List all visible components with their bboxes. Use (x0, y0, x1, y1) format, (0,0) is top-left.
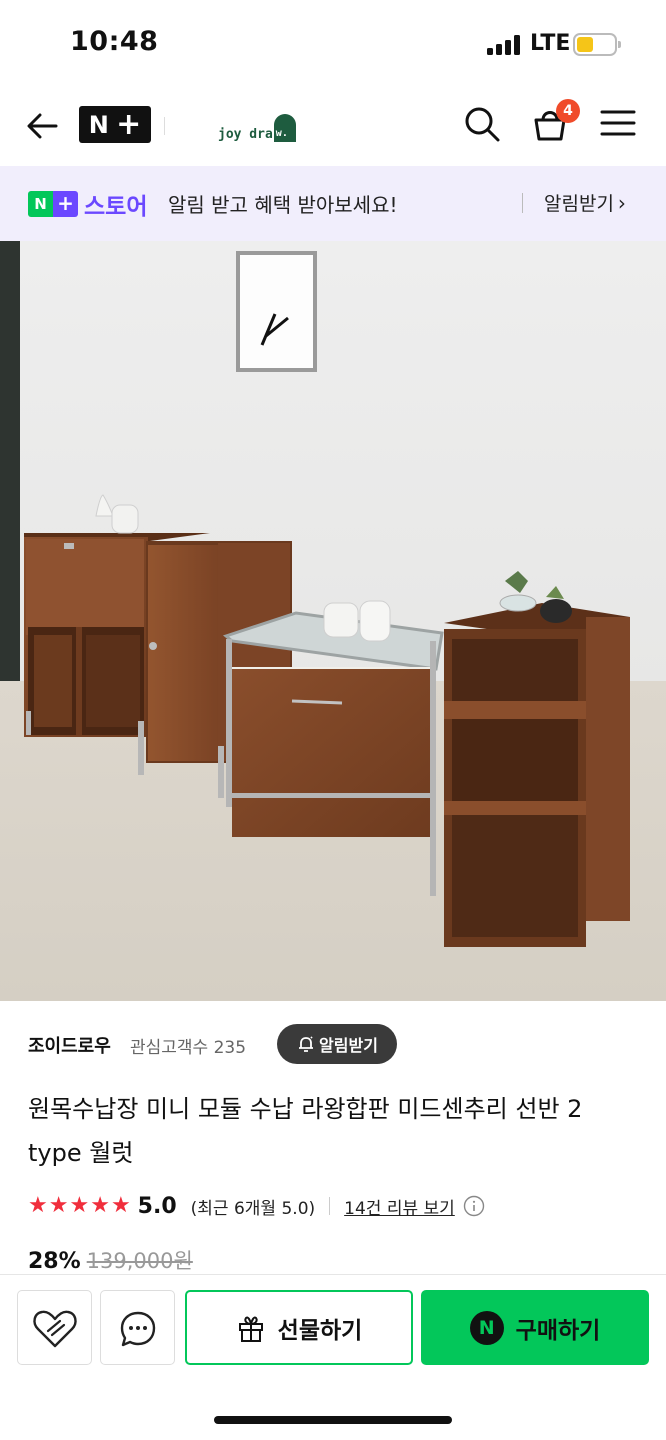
star-icon: ★ (69, 1193, 90, 1218)
seller-name[interactable]: 조이드로우 (28, 1032, 111, 1058)
gift-icon (238, 1316, 263, 1342)
furniture-photo (0, 241, 666, 1001)
brand-logo[interactable]: joy dra w. (218, 112, 296, 142)
star-icon: ★ (110, 1193, 131, 1218)
chat-icon (120, 1311, 156, 1347)
original-price: 139,000원 (86, 1249, 193, 1273)
chat-button[interactable] (100, 1290, 175, 1365)
rating-stars: ★ ★ ★ ★ ★ (28, 1195, 131, 1217)
seller-notify-button[interactable]: 알림받기 (277, 1024, 397, 1064)
header-divider (164, 117, 165, 135)
plus-mark: + (116, 106, 142, 142)
bell-icon (299, 1036, 314, 1052)
rating-value: 5.0 (137, 1193, 177, 1219)
rating-row: ★ ★ ★ ★ ★ 5.0 (최근 6개월 5.0) 14건 리뷰 보기 (28, 1190, 648, 1222)
store-notify-banner[interactable]: N + 스토어 알림 받고 혜택 받아보세요! 알림받기 › (0, 166, 666, 241)
rating-divider (329, 1197, 331, 1215)
heart-icon (33, 1310, 77, 1348)
store-name: 스토어 (84, 194, 148, 220)
banner-divider (522, 193, 523, 213)
review-link[interactable]: 14건 리뷰 보기 (344, 1194, 455, 1219)
brand-logo-text: joy dra (218, 127, 273, 142)
product-image[interactable] (0, 241, 666, 1001)
star-icon: ★ (48, 1193, 69, 1218)
network-label: LTE (530, 31, 571, 56)
discount-rate: 28% (28, 1249, 81, 1274)
n-mark: N (88, 110, 109, 139)
signal-icon (487, 35, 521, 55)
app-header: N + joy dra w. 4 (0, 86, 666, 166)
gift-button[interactable]: 선물하기 (185, 1290, 413, 1365)
gift-label: 선물하기 (277, 1317, 363, 1344)
store-logo: N + (28, 191, 78, 217)
seller-row: 조이드로우 관심고객수 235 알림받기 (28, 1024, 648, 1064)
follower-count: 관심고객수 235 (130, 1038, 247, 1058)
battery-icon (573, 33, 621, 56)
product-title: 원목수납장 미니 모듈 수납 라왕합판 미드센추리 선반 2 type 월럿 (28, 1095, 583, 1167)
naver-pay-icon: N (469, 1310, 504, 1345)
wishlist-button[interactable] (17, 1290, 92, 1365)
info-icon[interactable] (463, 1195, 485, 1217)
notify-link-label: 알림받기 (544, 193, 614, 215)
buy-label: 구매하기 (515, 1317, 601, 1344)
chevron-right-icon: › (617, 190, 626, 215)
store-message: 알림 받고 혜택 받아보세요! (168, 193, 398, 217)
star-icon: ★ (90, 1193, 110, 1218)
status-time: 10:48 (70, 26, 159, 57)
price-row: 28% 139,000원 (28, 1245, 193, 1275)
cart-count-badge: 4 (556, 99, 580, 123)
home-indicator[interactable] (214, 1416, 452, 1424)
menu-icon[interactable] (600, 108, 636, 138)
status-bar: 10:48 LTE (0, 0, 666, 86)
notify-link[interactable]: 알림받기 › (544, 189, 626, 216)
recent-rating: (최근 6개월 5.0) (190, 1198, 316, 1219)
brand-logo-arch: w. (273, 114, 296, 142)
search-icon[interactable] (462, 104, 502, 144)
seller-notify-label: 알림받기 (319, 1036, 378, 1055)
buy-button[interactable]: N 구매하기 (421, 1290, 649, 1365)
star-icon: ★ (28, 1193, 48, 1218)
back-icon[interactable] (22, 106, 62, 146)
naver-plus-logo[interactable]: N + (79, 106, 151, 143)
